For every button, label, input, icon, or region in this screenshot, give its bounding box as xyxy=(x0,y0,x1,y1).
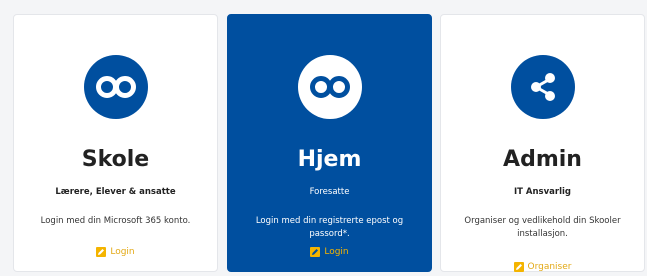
edit-icon xyxy=(310,247,321,257)
card-title: Admin xyxy=(503,147,582,172)
card-description: Organiser og vedlikehold din Skooler ins… xyxy=(464,216,621,239)
login-link-skole[interactable]: Login xyxy=(14,247,217,257)
share-icon xyxy=(510,55,575,119)
card-subtitle: Lærere, Elever & ansatte xyxy=(55,187,176,197)
login-options: Skole Lærere, Elever & ansatte Login med… xyxy=(0,0,647,276)
login-link-hjem[interactable]: Login xyxy=(228,247,431,257)
organise-link-admin[interactable]: Organiser xyxy=(441,262,644,272)
card-subtitle: Foresatte xyxy=(309,187,350,197)
card-description: Login med din Microsoft 365 konto. xyxy=(40,216,191,226)
card-hjem[interactable]: Hjem Foresatte Login med din registrerte… xyxy=(227,14,432,272)
link-label: Login xyxy=(110,247,135,257)
card-description: Login med din registrerte epost og passo… xyxy=(255,216,404,239)
card-subtitle: IT Ansvarlig xyxy=(514,187,571,197)
infinity-logo-icon xyxy=(297,55,362,119)
link-label: Login xyxy=(324,247,349,257)
edit-icon xyxy=(96,247,107,257)
infinity-logo-icon xyxy=(83,55,148,119)
edit-icon xyxy=(513,262,524,272)
link-label: Organiser xyxy=(527,262,572,272)
card-title: Hjem xyxy=(297,147,362,172)
card-skole[interactable]: Skole Lærere, Elever & ansatte Login med… xyxy=(13,14,218,272)
card-title: Skole xyxy=(81,147,150,172)
card-admin[interactable]: Admin IT Ansvarlig Organiser og vedlikeh… xyxy=(440,14,645,272)
